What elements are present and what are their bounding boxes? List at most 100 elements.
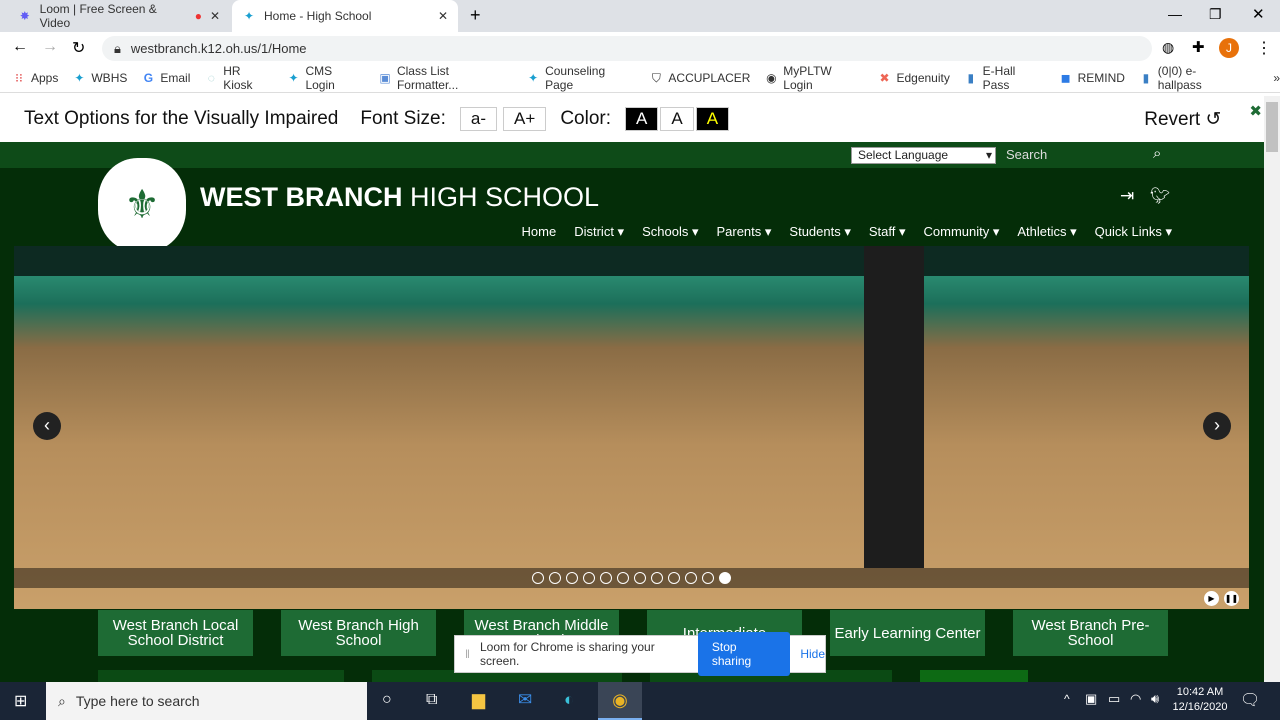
bookmark-mypltw[interactable]: ◉ MyPLTW Login [764, 64, 863, 92]
bookmark-remind[interactable]: ◼ REMIND [1059, 71, 1125, 85]
bookmark-wbhs[interactable]: ✦ WBHS [72, 71, 127, 85]
edge-icon[interactable]: ◐ [564, 690, 574, 710]
pause-icon[interactable]: ❚❚ [1224, 591, 1239, 606]
bookmark-counseling[interactable]: ✦ Counseling Page [526, 64, 635, 92]
more-bookmarks[interactable]: » [1273, 71, 1280, 85]
battery-icon[interactable]: ▭ [1108, 691, 1120, 707]
slide-dot[interactable] [634, 572, 646, 584]
slide-dot[interactable] [600, 572, 612, 584]
slide-dot[interactable] [617, 572, 629, 584]
slide-dot[interactable] [702, 572, 714, 584]
gym-wall [14, 246, 1249, 276]
net-pole [864, 246, 924, 568]
color-black-button[interactable]: A [625, 107, 659, 131]
bookmark-hr-kiosk[interactable]: ◌ HR Kiosk [204, 64, 272, 92]
school-logo[interactable]: ⚜ [98, 158, 186, 252]
mail-icon[interactable]: ✉ [518, 690, 532, 710]
task-view-icon[interactable]: ⧉ [426, 691, 437, 709]
quick-link-button[interactable]: Early Learning Center [830, 610, 985, 656]
avatar[interactable]: J [1219, 38, 1239, 58]
slide-dot[interactable] [685, 572, 697, 584]
close-icon[interactable]: ✖ [1249, 102, 1262, 120]
font-smaller-button[interactable]: a- [459, 107, 498, 131]
nav-item[interactable]: Home [522, 224, 557, 240]
bookmark-ehallpass[interactable]: ▮ E-Hall Pass [964, 64, 1045, 92]
slide-dot[interactable] [532, 572, 544, 584]
loading-icon: ◌ [207, 71, 215, 85]
nav-item[interactable]: Athletics ▾ [1017, 224, 1076, 240]
hero-slideshow[interactable]: ‹ › ▶ ❚❚ [14, 246, 1249, 609]
slide-dot[interactable] [668, 572, 680, 584]
minimize-button[interactable]: — [1168, 6, 1182, 22]
maximize-button[interactable]: ❐ [1209, 6, 1222, 23]
news-card [920, 670, 1028, 682]
wifi-icon[interactable]: ◠ [1130, 691, 1141, 707]
school-name[interactable]: WEST BRANCH HIGH SCHOOL [200, 182, 599, 213]
nav-item[interactable]: Community ▾ [924, 224, 1000, 240]
bookmark-email[interactable]: G Email [141, 71, 191, 85]
back-icon[interactable]: ← [12, 38, 28, 56]
close-tab-icon[interactable]: ✕ [438, 9, 448, 23]
twitter-icon[interactable]: 🐦︎ [1150, 186, 1170, 206]
clock[interactable]: 10:42 AM 12/16/2020 [1172, 685, 1228, 715]
tab-loom[interactable]: ✸ Loom | Free Screen & Video ● ✕ [8, 0, 230, 32]
bookmark-accuplacer[interactable]: ⛉ ACCUPLACER [649, 71, 751, 85]
bookmark-cms-login[interactable]: ✦ CMS Login [287, 64, 364, 92]
slide-dot[interactable] [583, 572, 595, 584]
chrome-icon[interactable]: ◉ [598, 682, 642, 720]
slide-dot[interactable] [549, 572, 561, 584]
scrollbar-thumb[interactable] [1266, 102, 1278, 152]
menu-icon[interactable]: ⋮ [1256, 38, 1272, 58]
nav-item[interactable]: Students ▾ [789, 224, 850, 240]
bookmark-edgenuity[interactable]: ✖ Edgenuity [877, 71, 949, 85]
nav-item[interactable]: District ▾ [574, 224, 624, 240]
stop-sharing-button[interactable]: Stop sharing [697, 632, 791, 676]
globe-icon: ◉ [766, 71, 777, 85]
login-icon[interactable]: ⇥ [1120, 186, 1134, 206]
reload-icon[interactable]: ↻ [72, 38, 85, 58]
tray-app-icon[interactable]: ▣ [1085, 691, 1097, 707]
taskbar-search[interactable]: ⌕ Type here to search [46, 682, 367, 720]
nav-item[interactable]: Staff ▾ [869, 224, 906, 240]
close-tab-icon[interactable]: ✕ [210, 9, 220, 23]
next-slide-button[interactable]: › [1203, 412, 1231, 440]
windows-start-icon[interactable]: ⊞ [14, 691, 27, 711]
scrollbar[interactable] [1264, 96, 1280, 682]
notifications-icon[interactable]: 🗨︎ [1240, 690, 1260, 710]
revert-button[interactable]: Revert ↺ [1144, 108, 1221, 131]
url-field[interactable]: 🔒︎ westbranch.k12.oh.us/1/Home [102, 36, 1152, 61]
search-icon[interactable]: ⌕ [1153, 145, 1161, 162]
cortana-icon[interactable]: ○ [382, 691, 392, 709]
nav-item[interactable]: Quick Links ▾ [1095, 224, 1172, 240]
prev-slide-button[interactable]: ‹ [33, 412, 61, 440]
apps-grid-icon: ⁝⁝ [15, 71, 23, 85]
file-explorer-icon[interactable]: ▆ [472, 690, 485, 710]
search-input[interactable]: Search [1006, 147, 1047, 162]
quick-link-button[interactable]: West Branch Pre-School [1013, 610, 1168, 656]
color-yellow-button[interactable]: A [695, 107, 730, 131]
forward-icon[interactable]: → [42, 38, 58, 56]
slide-dot[interactable] [719, 572, 731, 584]
language-select[interactable]: Select Language ▾ [851, 147, 996, 164]
puzzle-icon[interactable]: ✚ [1192, 38, 1205, 56]
drag-handle-icon[interactable]: ‖ [465, 647, 470, 661]
volume-icon[interactable]: 🔊︎ [1151, 691, 1159, 707]
nav-item[interactable]: Parents ▾ [716, 224, 771, 240]
close-window-button[interactable]: ✕ [1252, 5, 1265, 23]
extension-icon[interactable]: ◍ [1162, 39, 1174, 56]
quick-link-button[interactable]: West Branch High School [281, 610, 436, 656]
tray-chevron-icon[interactable]: ^ [1064, 692, 1070, 706]
bookmark-ehallpass-2[interactable]: ▮ (0|0) e-hallpass [1139, 64, 1239, 92]
nav-item[interactable]: Schools ▾ [642, 224, 698, 240]
slide-dot[interactable] [566, 572, 578, 584]
tab-home[interactable]: ✦ Home - High School ✕ [232, 0, 458, 32]
play-icon[interactable]: ▶ [1204, 591, 1219, 606]
color-white-button[interactable]: A [660, 107, 694, 131]
quick-link-button[interactable]: West Branch Local School District [98, 610, 253, 656]
font-larger-button[interactable]: A+ [503, 107, 547, 131]
slide-dot[interactable] [651, 572, 663, 584]
hide-button[interactable]: Hide [800, 647, 825, 661]
new-tab-button[interactable]: + [470, 5, 481, 26]
bookmark-class-list[interactable]: ▣ Class List Formatter... [378, 64, 512, 92]
bookmark-apps[interactable]: ⁝⁝ Apps [12, 71, 58, 85]
